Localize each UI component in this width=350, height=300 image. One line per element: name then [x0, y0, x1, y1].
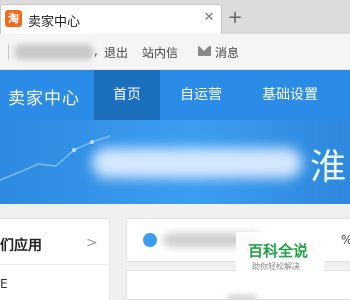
- banner-text-redacted: [92, 148, 302, 178]
- brand-title[interactable]: 卖家中心: [8, 84, 80, 109]
- watermark-title: 百科全说: [248, 242, 309, 260]
- mail-icon: [198, 46, 211, 56]
- username-redacted: [14, 44, 94, 60]
- divider: [8, 44, 9, 60]
- screen: 淘 卖家中心 ✕ + , 退出 站内信 消息 卖家中心 首页 自运营 基础设置 …: [0, 0, 350, 300]
- chevron-right-icon[interactable]: >: [86, 235, 98, 251]
- apps-panel: 们应用 > E: [0, 218, 110, 300]
- site-top-bar: , 退出 站内信 消息: [0, 34, 350, 70]
- apps-panel-row[interactable]: E: [0, 277, 8, 291]
- browser-tab-strip: 淘 卖家中心 ✕ +: [0, 0, 350, 34]
- nav-item-self-operation[interactable]: 自运营: [160, 70, 242, 120]
- tab-title: 卖家中心: [28, 15, 81, 30]
- apps-panel-title: 们应用: [0, 238, 42, 254]
- watermark: 百科全说 助你轻松解决: [236, 232, 324, 278]
- content-text-redacted: [227, 295, 257, 300]
- inbox-link[interactable]: 站内信: [142, 44, 178, 61]
- taobao-favicon-icon: 淘: [5, 10, 22, 27]
- separator-comma: ,: [94, 44, 98, 58]
- watermark-subtitle: 助你轻松解决: [252, 262, 300, 271]
- banner-text: 淮: [310, 147, 347, 188]
- logout-link[interactable]: 退出: [104, 44, 128, 61]
- divider: [0, 264, 110, 265]
- info-icon: [143, 233, 157, 247]
- close-icon[interactable]: ✕: [202, 11, 216, 25]
- messages-link[interactable]: 消息: [215, 44, 239, 61]
- nav-item-basic-settings[interactable]: 基础设置: [242, 70, 338, 120]
- browser-tab[interactable]: 淘 卖家中心 ✕: [0, 4, 222, 34]
- promo-banner[interactable]: 淮: [0, 120, 350, 204]
- new-tab-icon[interactable]: +: [225, 8, 245, 28]
- nav-item-home[interactable]: 首页: [94, 70, 160, 120]
- main-nav: 卖家中心 首页 自运营 基础设置: [0, 70, 350, 120]
- notice-percent: %: [341, 233, 350, 247]
